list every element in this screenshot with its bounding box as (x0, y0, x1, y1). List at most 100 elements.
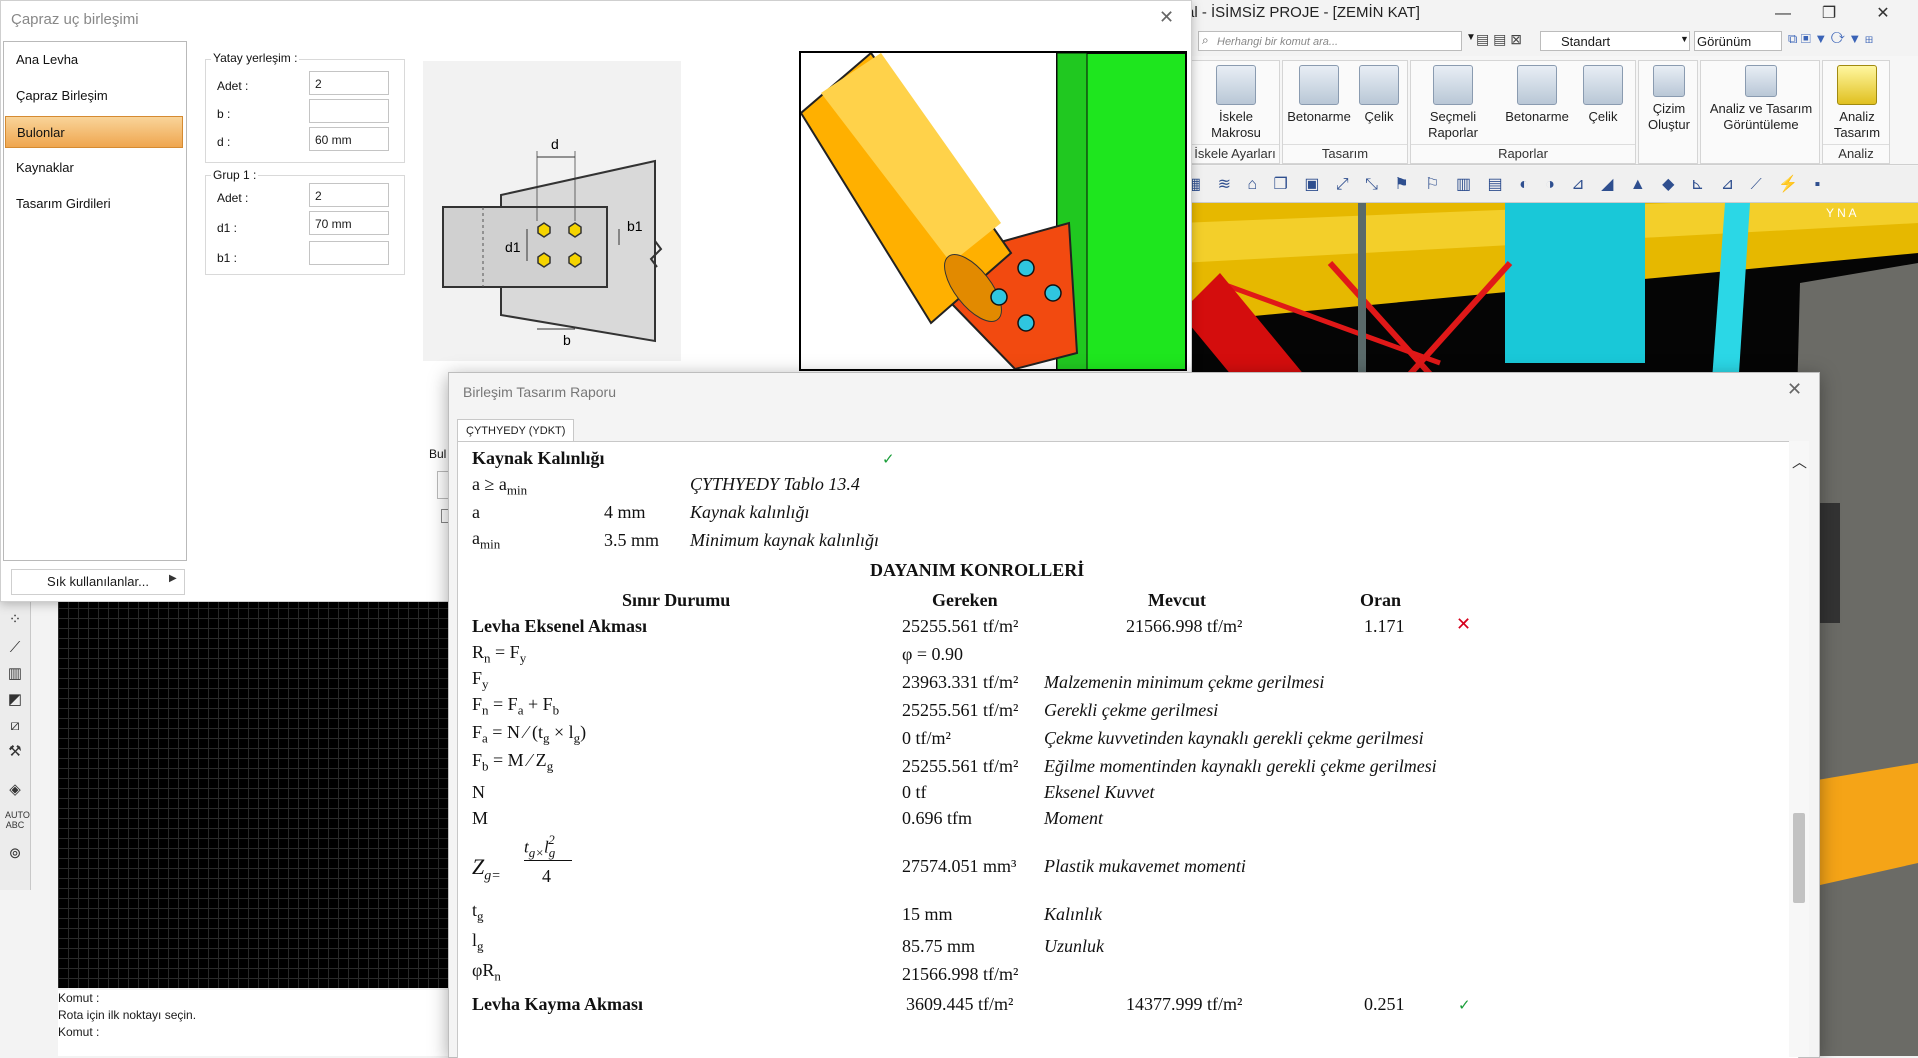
nodes-icon[interactable]: ⁘ (5, 610, 25, 630)
group1-d1-input[interactable]: 70 mm (309, 211, 389, 235)
command-line: Komut : (58, 991, 100, 1005)
report-value: 21566.998 tf/m² (902, 964, 1019, 984)
nav-item-bolts[interactable]: Bulonlar (5, 116, 183, 148)
steel-report-button[interactable]: Çelik (1575, 63, 1631, 125)
check-name: Levha Kayma Akması (472, 994, 644, 1014)
formula: Fa = N ⁄ (tg × lg) (472, 722, 587, 746)
check-available: 14377.999 tf/m² (1126, 994, 1243, 1014)
group1-count-input[interactable]: 2 (309, 183, 389, 207)
report-description: Kalınlık (1044, 904, 1102, 924)
connection-design-report-dialog: Birleşim Tasarım Raporu ✕ ÇYTHYEDY (YDKT… (448, 372, 1820, 1058)
nav-item-cross-connection[interactable]: Çapraz Birleşim (5, 80, 183, 112)
maximize-button[interactable]: ❐ (1806, 0, 1852, 28)
formula: Rn = Fy (472, 642, 527, 666)
formula: φRn (472, 960, 501, 984)
field-label: b : (217, 107, 231, 121)
dialog-nav: Ana Levha Çapraz Birleşim Bulonlar Kayna… (3, 41, 187, 561)
ribbon-group-label: Analiz (1823, 144, 1889, 161)
brace-icon[interactable]: ⟋ (5, 638, 25, 658)
standard-select[interactable]: Standart (1540, 31, 1690, 51)
report-value: 15 mm (902, 904, 953, 924)
tab-cythyedy[interactable]: ÇYTHYEDY (YDKT) (457, 419, 575, 442)
binoculars-icon[interactable]: ⊚ (5, 844, 25, 864)
favorites-button[interactable]: Sık kullanılanlar... (11, 569, 185, 595)
concrete-report-button[interactable]: Betonarme (1501, 63, 1573, 125)
report-description: ÇYTHYEDY Tablo 13.4 (690, 474, 860, 494)
formula-zg-numerator: tg×lg2 (524, 832, 556, 861)
report-description: Eksenel Kuvvet (1044, 782, 1155, 802)
scrollbar-thumb[interactable] (1793, 813, 1805, 903)
search-icon: ⌕ (1202, 33, 1209, 47)
chevron-down-icon[interactable]: ▼ (1466, 32, 1476, 43)
layer-icons[interactable]: ▤ ▤ ⊠ (1476, 31, 1536, 51)
nav-item-welds[interactable]: Kaynaklar (5, 152, 183, 184)
report-description: Gerekli çekme gerilmesi (1044, 700, 1219, 720)
steel-icon (1583, 65, 1623, 105)
chevron-down-icon: ▼ (1680, 34, 1689, 44)
formula-zg: Zg= (472, 854, 501, 884)
check-ratio: 0.251 (1364, 994, 1405, 1014)
group-title: Yatay yerleşim : (211, 51, 300, 65)
horizontal-count-input[interactable]: 2 (309, 71, 389, 95)
report-value: 27574.051 mm³ (902, 856, 1017, 876)
ribbon-quick-icons[interactable]: ⧉ ▣ ▼ ⟳ ▼ ⊞ (1788, 31, 1908, 51)
command-line[interactable]: Komut : (58, 1024, 450, 1041)
view-icon (1745, 65, 1777, 97)
analysis-view-button[interactable]: Analiz ve Tasarım Görüntüleme (1703, 63, 1819, 133)
report-scrollbar[interactable] (1789, 441, 1809, 1057)
report-symbol: a (472, 502, 480, 522)
report-symbol: amin (472, 528, 501, 552)
create-drawing-button[interactable]: Çizim Oluştur (1641, 63, 1697, 133)
auto-abc-icon[interactable]: AUTO ABC (5, 810, 30, 830)
view-select[interactable]: Görünüm (1694, 31, 1782, 51)
report-value: 25255.561 tf/m² (902, 756, 1019, 776)
schematic-label-d: d (551, 136, 559, 152)
group1-b1-input[interactable] (309, 241, 389, 265)
formula-zg-denominator: 4 (542, 866, 551, 886)
report-description: Plastik mukavemet momenti (1044, 856, 1246, 876)
nav-item-main-plate[interactable]: Ana Levha (5, 44, 183, 76)
horizontal-d-input[interactable]: 60 mm (309, 127, 389, 151)
concrete-design-button[interactable]: Betonarme (1287, 63, 1351, 125)
hammer-icon[interactable]: ⚒ (5, 742, 25, 762)
formula: Fy (472, 668, 489, 692)
column-header: Gereken (932, 590, 998, 610)
ribbon-group-reports: Seçmeli Raporlar Betonarme Çelik Raporla… (1410, 60, 1636, 164)
check-icon: ✓ (882, 450, 895, 468)
close-app-button[interactable]: ✕ (1860, 0, 1906, 28)
check-icon: ✓ (1458, 996, 1471, 1014)
diagonal-icon[interactable]: ⧄ (5, 716, 25, 736)
field-label: Adet : (217, 191, 249, 205)
toolbar-icons[interactable]: ▦ ≋ ⌂ ❐ ▣ ⤢ ⤡ ⚑ ⚐ ▥ ▤ ◐ ◑ ⊿ ◢ ▲ ◆ ⊾ ⊿ ⟋ … (1186, 174, 1826, 194)
horizontal-b-input[interactable] (309, 99, 389, 123)
plan-canvas[interactable] (58, 598, 450, 988)
beam-icon[interactable]: ◩ (5, 690, 25, 710)
selective-reports-button[interactable]: Seçmeli Raporlar (1415, 63, 1491, 141)
dialog-title: Birleşim Tasarım Raporu (463, 384, 617, 400)
scaffold-macro-button[interactable]: İskele Makrosu (1195, 63, 1277, 141)
nav-item-design-inputs[interactable]: Tasarım Girdileri (5, 188, 183, 220)
ribbon-group-label: İskele Ayarları (1191, 144, 1279, 161)
strength-checks-header: DAYANIM KONROLLERİ (870, 560, 1085, 580)
report-icon (1433, 65, 1473, 105)
minimize-button[interactable]: — (1760, 0, 1806, 28)
report-content: Kaynak Kalınlığı ✓ a ≥ amin ÇYTHYEDY Tab… (457, 441, 1799, 1058)
command-search-input[interactable]: Herhangi bir komut ara... (1198, 31, 1462, 51)
report-value: 0 tf/m² (902, 728, 951, 748)
material-icon[interactable]: ◈ (5, 780, 25, 800)
report-value: 23963.331 tf/m² (902, 672, 1019, 692)
drawing-icon (1653, 65, 1685, 97)
field-label: d : (217, 135, 231, 149)
steel-design-button[interactable]: Çelik (1353, 63, 1405, 125)
formula: tg (472, 900, 484, 924)
report-description: Çekme kuvvetinden kaynaklı gerekli çekme… (1044, 728, 1424, 748)
chevron-up-icon[interactable]: ︿ (1792, 451, 1807, 472)
close-icon[interactable]: ✕ (1159, 7, 1174, 28)
ribbon-group-scaffold: İskele Makrosu İskele Ayarları (1190, 60, 1280, 164)
close-icon[interactable]: ✕ (1787, 379, 1802, 400)
left-toolbar: ⁘ ⟋ ▥ ◩ ⧄ ⚒ ◈ AUTO ABC ⊚ (0, 600, 31, 890)
field-label: d1 : (217, 221, 238, 235)
analysis-design-button[interactable]: Analiz Tasarım (1825, 63, 1889, 141)
report-symbol: a ≥ amin (472, 474, 528, 498)
column-icon[interactable]: ▥ (5, 664, 25, 684)
